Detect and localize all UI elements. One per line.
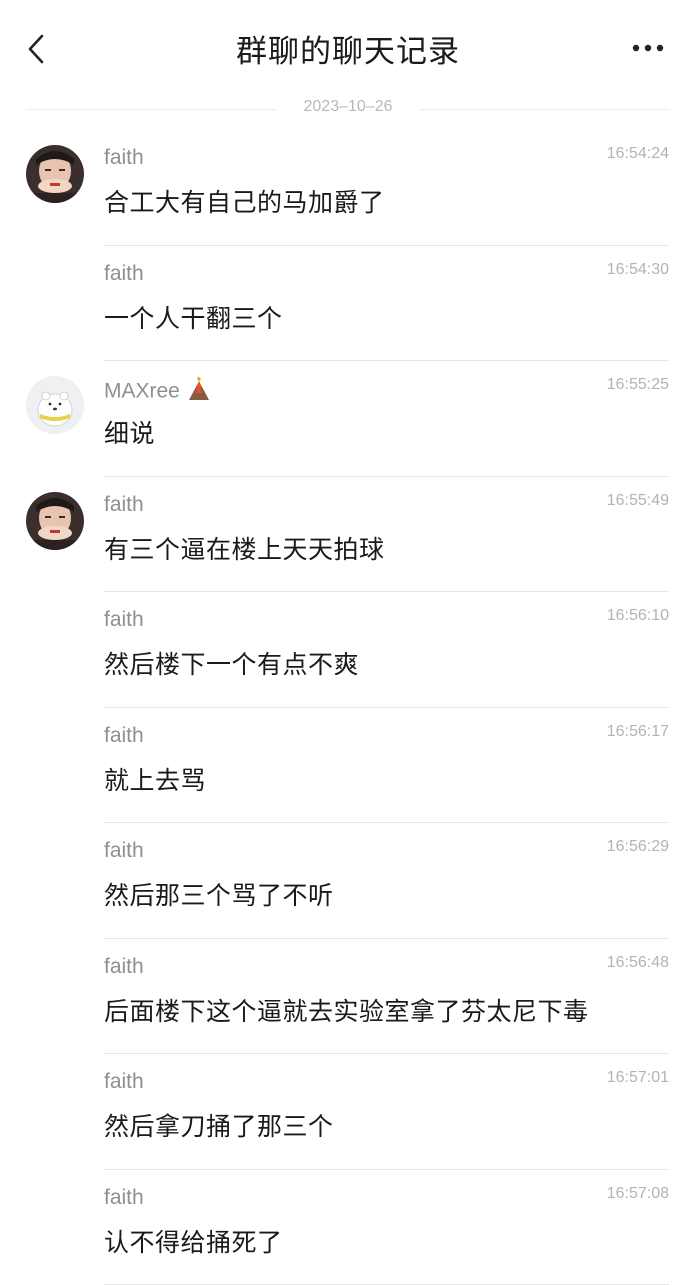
message-text: 然后那三个骂了不听 xyxy=(104,876,334,912)
sender-name: faith xyxy=(104,146,144,170)
sender-name-text: faith xyxy=(104,262,144,285)
message-text: 后面楼下这个逼就去实验室拿了芬太尼下毒 xyxy=(104,992,589,1028)
sender-name-text: faith xyxy=(104,1070,144,1093)
message-time: 16:56:48 xyxy=(607,954,669,972)
message-item[interactable]: faith 16:55:49 有三个逼在楼上天天拍球 xyxy=(0,477,696,593)
message-text: 然后拿刀捅了那三个 xyxy=(104,1107,334,1143)
message-item[interactable]: faith 16:57:08 认不得给捅死了 xyxy=(0,1170,696,1285)
sender-name: faith xyxy=(104,1186,144,1210)
sender-name: MAXree xyxy=(104,377,212,407)
message-item[interactable]: faith 16:56:29 然后那三个骂了不听 xyxy=(0,823,696,939)
message-item[interactable]: faith 16:56:10 然后楼下一个有点不爽 xyxy=(0,592,696,708)
message-item[interactable]: faith 16:54:30 一个人干翻三个 xyxy=(0,246,696,362)
message-item[interactable]: faith 16:56:17 就上去骂 xyxy=(0,708,696,824)
message-item[interactable]: faith 16:54:24 合工大有自己的马加爵了 xyxy=(0,130,696,246)
sender-name-text: faith xyxy=(104,724,144,747)
message-time: 16:56:29 xyxy=(607,838,669,856)
message-time: 16:55:49 xyxy=(607,492,669,510)
message-text: 有三个逼在楼上天天拍球 xyxy=(104,530,385,566)
date-line-right xyxy=(420,109,670,110)
sender-name-text: faith xyxy=(104,608,144,631)
header-bar: 群聊的聊天记录 xyxy=(0,0,696,100)
sender-name-text: faith xyxy=(104,955,144,978)
date-label: 2023–10–26 xyxy=(0,98,696,116)
message-text: 细说 xyxy=(104,414,155,450)
date-separator: 2023–10–26 xyxy=(0,98,696,122)
message-time: 16:57:08 xyxy=(607,1185,669,1203)
sender-name-text: MAXree xyxy=(104,380,180,403)
sender-name-text: faith xyxy=(104,839,144,862)
message-time: 16:57:01 xyxy=(607,1069,669,1087)
sender-name: faith xyxy=(104,262,144,286)
avatar-maxree[interactable] xyxy=(26,376,84,434)
page-title: 群聊的聊天记录 xyxy=(0,26,696,71)
message-time: 16:56:10 xyxy=(607,607,669,625)
sender-name-text: faith xyxy=(104,1186,144,1209)
message-text: 认不得给捅死了 xyxy=(104,1223,283,1259)
message-text: 一个人干翻三个 xyxy=(104,299,283,335)
message-text: 然后楼下一个有点不爽 xyxy=(104,645,359,681)
message-text: 就上去骂 xyxy=(104,761,206,797)
volcano-emoji-icon xyxy=(186,377,212,407)
message-item[interactable]: MAXree 16:55:25 细说 xyxy=(0,361,696,477)
sender-name: faith xyxy=(104,608,144,632)
sender-name-text: faith xyxy=(104,493,144,516)
avatar-faith[interactable] xyxy=(26,492,84,550)
sender-name: faith xyxy=(104,493,144,517)
message-time: 16:56:17 xyxy=(607,723,669,741)
message-time: 16:54:30 xyxy=(607,261,669,279)
sender-name: faith xyxy=(104,1070,144,1094)
message-item[interactable]: faith 16:56:48 后面楼下这个逼就去实验室拿了芬太尼下毒 xyxy=(0,939,696,1055)
more-button[interactable] xyxy=(630,36,670,60)
message-item[interactable]: faith 16:57:01 然后拿刀捅了那三个 xyxy=(0,1054,696,1170)
message-text: 合工大有自己的马加爵了 xyxy=(104,183,385,219)
message-list: faith 16:54:24 合工大有自己的马加爵了 faith 16:54:30 一个人… xyxy=(0,130,696,1285)
message-time: 16:55:25 xyxy=(607,376,669,394)
sender-name: faith xyxy=(104,955,144,979)
sender-name-text: faith xyxy=(104,146,144,169)
sender-name: faith xyxy=(104,839,144,863)
avatar-faith[interactable] xyxy=(26,145,84,203)
sender-name: faith xyxy=(104,724,144,748)
more-horizontal-icon xyxy=(630,36,670,60)
message-time: 16:54:24 xyxy=(607,145,669,163)
